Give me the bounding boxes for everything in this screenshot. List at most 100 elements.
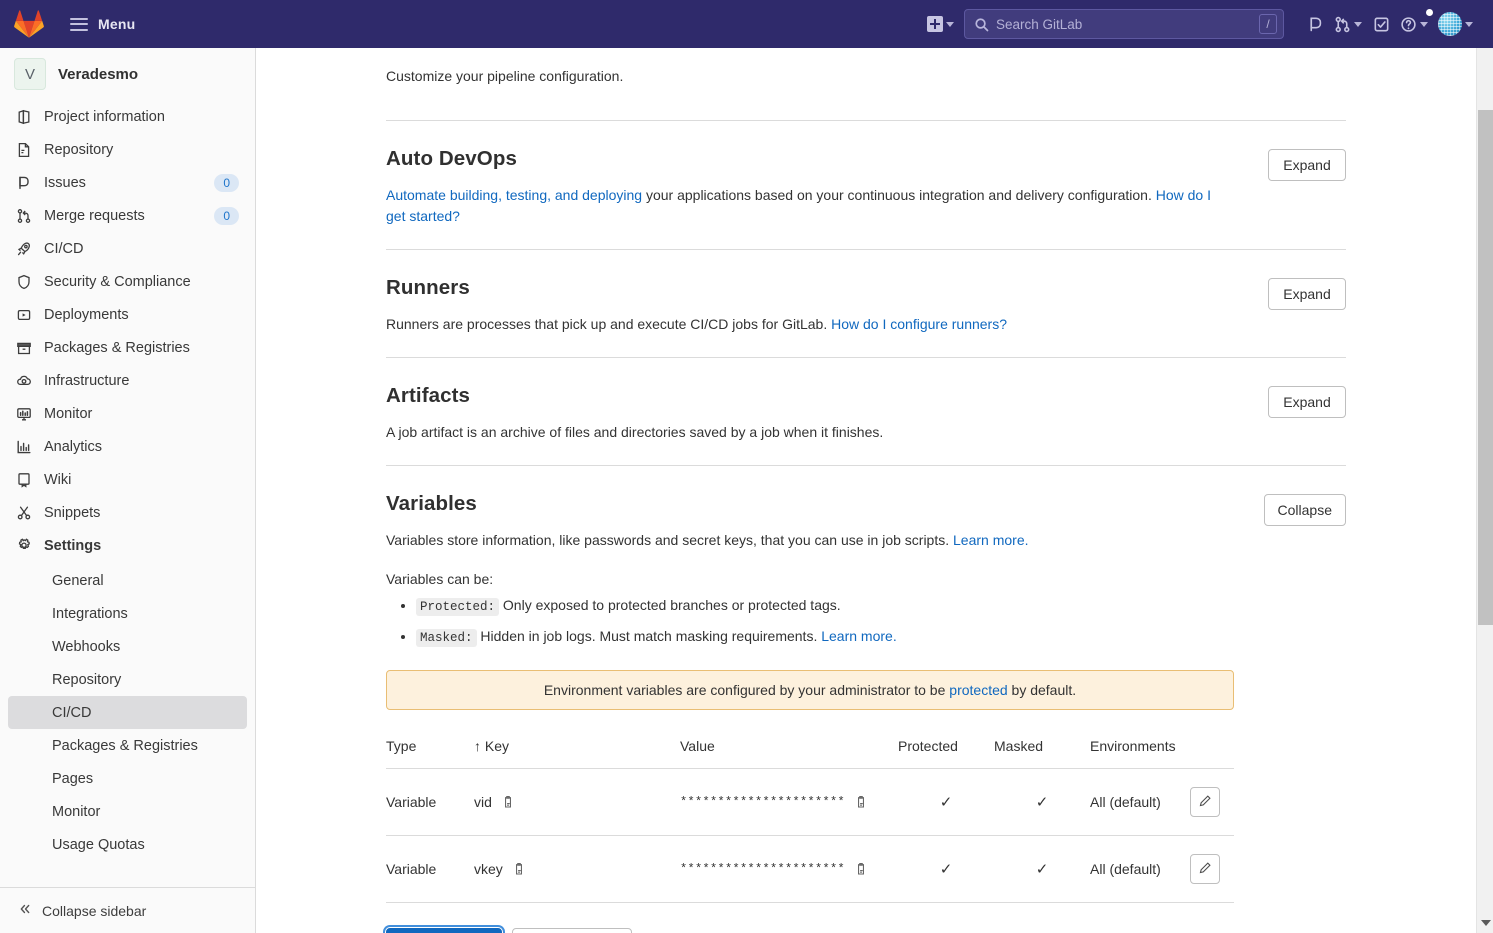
check-icon: ✓ (939, 794, 953, 811)
sidebar-item-settings-integrations[interactable]: Integrations (8, 597, 247, 630)
add-variable-button[interactable]: Add variable (386, 928, 503, 933)
sidebar-item-wiki[interactable]: Wiki (8, 463, 247, 496)
collapse-sidebar-label: Collapse sidebar (42, 902, 147, 919)
gitlab-home-link[interactable] (0, 9, 44, 39)
expand-artifacts-button[interactable]: Expand (1268, 386, 1346, 418)
top-navigation-bar: Menu / (0, 0, 1493, 48)
new-item-button[interactable] (923, 8, 958, 40)
rocket-icon (16, 241, 32, 257)
reveal-values-button[interactable]: Reveal values (512, 928, 632, 933)
main-menu-button[interactable]: Menu (70, 16, 135, 32)
sidebar-subitem-label: CI/CD (52, 704, 92, 721)
sidebar-subitem-label: General (52, 572, 104, 589)
section-runners: Runners Expand Runners are processes tha… (256, 250, 1476, 357)
chevron-double-left-icon (18, 902, 32, 919)
sidebar-item-settings-webhooks[interactable]: Webhooks (8, 630, 247, 663)
edit-variable-button[interactable] (1190, 854, 1220, 884)
variables-learn-more-link[interactable]: Learn more. (953, 532, 1028, 548)
column-header-masked[interactable]: Masked (994, 738, 1090, 769)
sidebar-item-repository[interactable]: Repository (8, 133, 247, 166)
sidebar-item-settings-general[interactable]: General (8, 564, 247, 597)
collapse-sidebar-button[interactable]: Collapse sidebar (0, 887, 255, 933)
chevron-down-icon (1354, 21, 1362, 27)
protected-description: Only exposed to protected branches or pr… (499, 597, 841, 613)
todos-nav-button[interactable] (1368, 8, 1394, 40)
settings-submenu: General Integrations Webhooks Repository… (0, 564, 255, 861)
copy-to-clipboard-icon[interactable] (512, 862, 526, 876)
deployments-icon (16, 307, 32, 323)
hamburger-icon (70, 17, 88, 31)
sidebar-item-settings-usage-quotas[interactable]: Usage Quotas (8, 828, 247, 861)
sidebar-item-analytics[interactable]: Analytics (8, 430, 247, 463)
table-header-row: Type ↑ Key Value Protected Masked Enviro… (386, 738, 1234, 769)
expand-auto-devops-button[interactable]: Expand (1268, 149, 1346, 181)
copy-to-clipboard-icon[interactable] (854, 795, 868, 809)
chevron-down-icon (1420, 21, 1428, 27)
cell-masked: ✓ (994, 768, 1090, 836)
sidebar-item-settings-pages[interactable]: Pages (8, 762, 247, 795)
sidebar-item-monitor[interactable]: Monitor (8, 397, 247, 430)
cell-value: ********************** (680, 835, 898, 903)
column-header-type[interactable]: Type (386, 738, 474, 769)
edit-variable-button[interactable] (1190, 787, 1220, 817)
how-do-i-configure-runners-link[interactable]: How do I configure runners? (831, 316, 1007, 332)
section-variables: Variables Collapse Variables store infor… (256, 466, 1476, 933)
admin-protected-alert: Environment variables are configured by … (386, 670, 1234, 710)
masked-description: Hidden in job logs. Must match masking r… (476, 628, 822, 644)
collapse-variables-button[interactable]: Collapse (1263, 494, 1346, 526)
sidebar-item-label: Project information (44, 108, 165, 125)
column-header-protected[interactable]: Protected (898, 738, 994, 769)
merge-requests-nav-button[interactable] (1330, 8, 1366, 40)
sidebar-item-settings[interactable]: Settings (8, 529, 247, 562)
package-icon (16, 340, 32, 356)
section-description: Runners are processes that pick up and e… (386, 314, 1224, 335)
search-icon (974, 17, 989, 32)
user-menu-button[interactable] (1434, 8, 1477, 40)
repository-icon (16, 142, 32, 158)
sidebar-item-settings-monitor[interactable]: Monitor (8, 795, 247, 828)
merge-requests-count-badge: 0 (214, 206, 239, 225)
protected-link[interactable]: protected (949, 682, 1007, 698)
shield-icon (16, 274, 32, 290)
column-header-value[interactable]: Value (680, 738, 898, 769)
copy-to-clipboard-icon[interactable] (854, 862, 868, 876)
help-nav-button[interactable] (1396, 8, 1433, 40)
sidebar-item-label: CI/CD (44, 240, 84, 257)
column-header-key[interactable]: ↑ Key (474, 738, 680, 769)
sidebar-subitem-label: Usage Quotas (52, 836, 145, 853)
column-header-actions (1190, 738, 1234, 769)
sidebar-item-settings-repository[interactable]: Repository (8, 663, 247, 696)
section-title: Runners (386, 276, 470, 299)
page-scrollbar[interactable] (1476, 48, 1493, 933)
project-header[interactable]: V Veradesmo (0, 48, 255, 100)
masked-learn-more-link[interactable]: Learn more. (821, 628, 896, 644)
issues-nav-button[interactable] (1302, 8, 1328, 40)
scrollbar-thumb[interactable] (1478, 110, 1493, 625)
sidebar-nav-list: Project information Repository Issues 0 (0, 100, 255, 562)
column-header-environments[interactable]: Environments (1090, 738, 1190, 769)
sidebar-item-deployments[interactable]: Deployments (8, 298, 247, 331)
variable-masked-value: ********************** (680, 862, 846, 876)
sidebar-item-settings-packages-registries[interactable]: Packages & Registries (8, 729, 247, 762)
sidebar-item-merge-requests[interactable]: Merge requests 0 (8, 199, 247, 232)
variable-masked-value: ********************** (680, 795, 846, 809)
automate-link[interactable]: Automate building, testing, and deployin… (386, 187, 642, 203)
sidebar-item-infrastructure[interactable]: Infrastructure (8, 364, 247, 397)
sidebar-item-snippets[interactable]: Snippets (8, 496, 247, 529)
sidebar-item-packages-registries[interactable]: Packages & Registries (8, 331, 247, 364)
scroll-down-arrow-icon[interactable] (1477, 915, 1493, 931)
sidebar-item-issues[interactable]: Issues 0 (8, 166, 247, 199)
alert-text-before: Environment variables are configured by … (543, 682, 950, 698)
cell-type: Variable (386, 835, 474, 903)
sidebar-item-settings-cicd[interactable]: CI/CD (8, 696, 247, 729)
sidebar-item-security-compliance[interactable]: Security & Compliance (8, 265, 247, 298)
search-box[interactable]: / (964, 9, 1284, 39)
copy-to-clipboard-icon[interactable] (501, 795, 515, 809)
alert-text-after: by default. (1007, 682, 1077, 698)
sidebar-item-project-information[interactable]: Project information (8, 100, 247, 133)
expand-runners-button[interactable]: Expand (1268, 278, 1346, 310)
variables-table: Type ↑ Key Value Protected Masked Enviro… (386, 738, 1234, 903)
sidebar-item-cicd[interactable]: CI/CD (8, 232, 247, 265)
sidebar-item-label: Monitor (44, 405, 93, 422)
search-input[interactable] (989, 15, 1259, 33)
